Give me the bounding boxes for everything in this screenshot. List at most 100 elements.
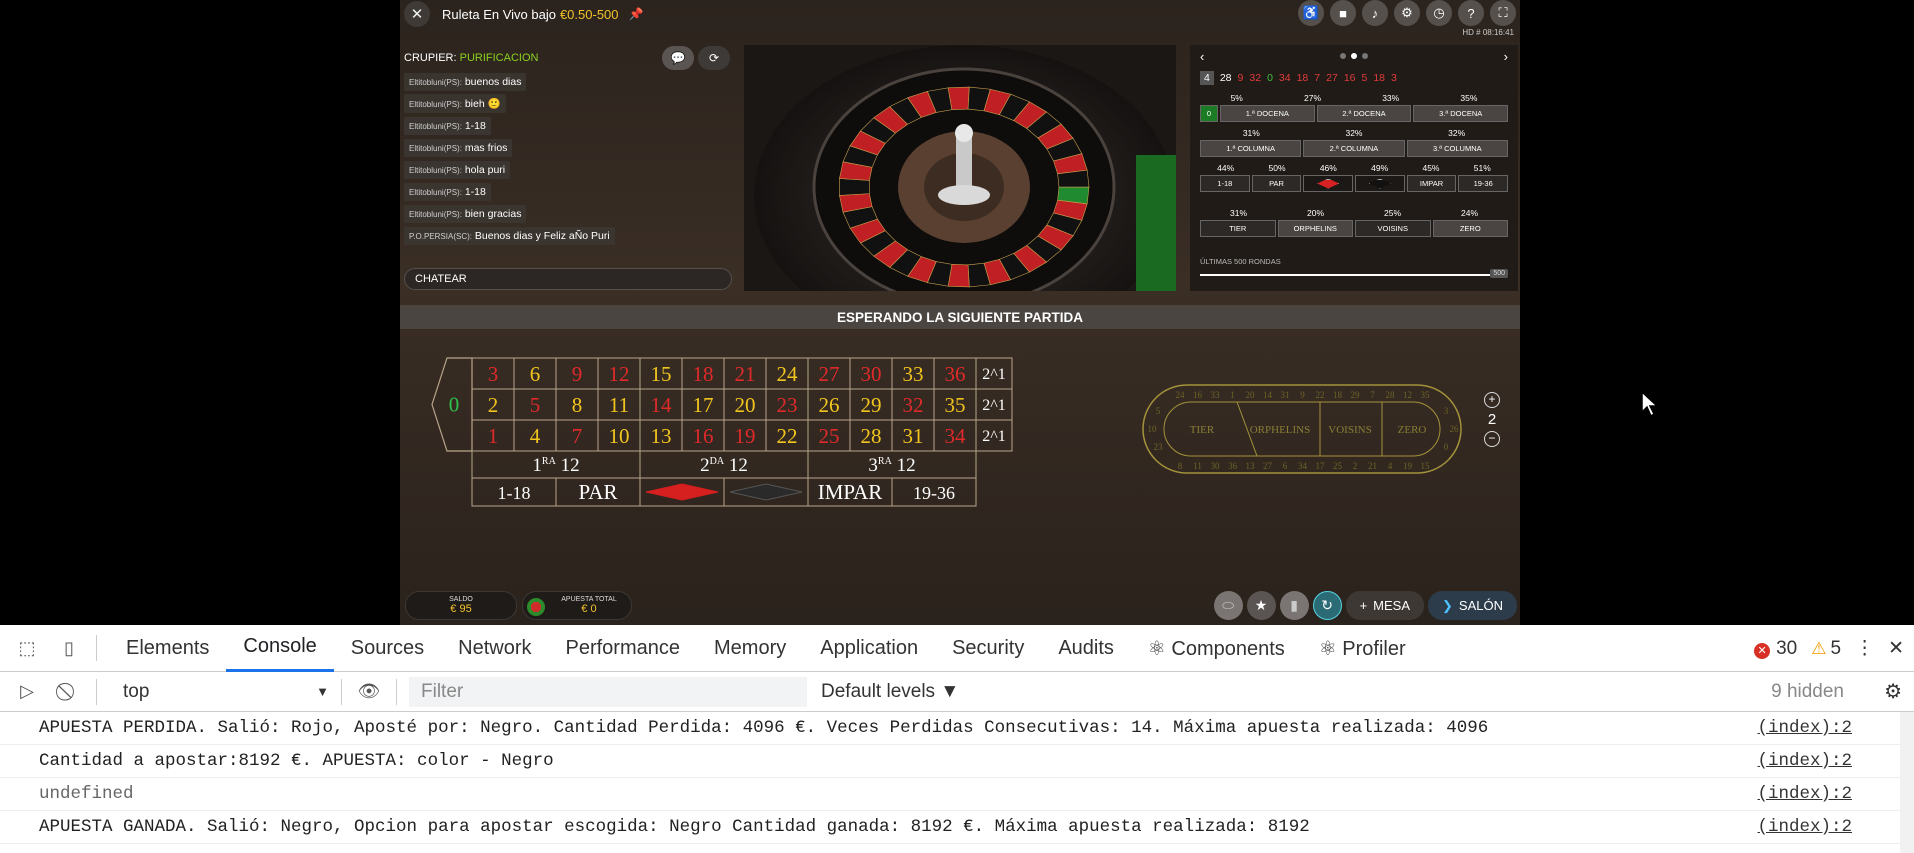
autoplay-icon[interactable]: ↻ xyxy=(1312,591,1342,620)
history-icon[interactable]: ◷ xyxy=(1426,0,1452,26)
error-count[interactable]: ✕ 30 xyxy=(1754,638,1797,660)
devtools-tab[interactable]: Audits xyxy=(1041,625,1131,672)
racetrack-number[interactable]: 12 xyxy=(1403,390,1412,400)
page-dot[interactable] xyxy=(1362,53,1368,59)
racetrack-number[interactable]: 18 xyxy=(1333,390,1343,400)
clear-console-icon[interactable]: ⃠ xyxy=(54,677,84,707)
minus-icon[interactable]: − xyxy=(1484,431,1500,447)
devtools-tab[interactable]: ⚛ Components xyxy=(1131,625,1302,672)
salon-button[interactable]: ❯ SALÓN xyxy=(1428,591,1517,620)
console-settings-icon[interactable]: ⚙ xyxy=(1884,679,1902,704)
racetrack-number[interactable]: 23 xyxy=(1154,442,1164,452)
favourites-star-icon[interactable]: ★ xyxy=(1246,591,1276,620)
racetrack-number[interactable]: 13 xyxy=(1246,461,1256,471)
racetrack-number[interactable]: 3 xyxy=(1444,406,1449,416)
mesa-button[interactable]: + MESA xyxy=(1345,591,1425,620)
console-message: APUESTA GANADA. Salió: Negro, Opcion par… xyxy=(39,817,1310,837)
racetrack-toggle-icon[interactable]: ⬭ xyxy=(1213,591,1243,620)
racetrack-number[interactable]: 16 xyxy=(1193,390,1203,400)
source-link[interactable]: (index):2 xyxy=(1757,751,1852,771)
racetrack-number[interactable]: 6 xyxy=(1283,461,1288,471)
racetrack-number[interactable]: 29 xyxy=(1351,390,1361,400)
racetrack-number[interactable]: 33 xyxy=(1211,390,1221,400)
chat-bubble-icon[interactable]: 💬 xyxy=(662,46,694,70)
devtools-tab[interactable]: Application xyxy=(803,625,935,672)
racetrack-number[interactable]: 5 xyxy=(1156,406,1161,416)
settings-icon[interactable]: ⚙ xyxy=(1394,0,1420,26)
page-dot[interactable] xyxy=(1340,53,1346,59)
chevron-left-icon[interactable]: ‹ xyxy=(1200,49,1204,64)
sound-icon[interactable]: ♪ xyxy=(1362,0,1388,26)
racetrack-number[interactable]: 36 xyxy=(1228,461,1238,471)
chat-input[interactable]: CHATEAR xyxy=(404,268,732,290)
racetrack-number[interactable]: 4 xyxy=(1388,461,1393,471)
devtools-tab[interactable]: Sources xyxy=(334,625,441,672)
support-icon[interactable]: ⟳ xyxy=(698,46,730,70)
device-toggle-icon[interactable]: ▯ xyxy=(54,633,84,663)
context-value: top xyxy=(123,680,150,702)
devtools-tab[interactable]: ⚛ Profiler xyxy=(1302,625,1423,672)
racetrack-number[interactable]: 34 xyxy=(1298,461,1308,471)
devtools-tab[interactable]: Security xyxy=(935,625,1041,672)
camera-icon[interactable]: ■ xyxy=(1330,0,1356,26)
racetrack-number[interactable]: 28 xyxy=(1386,390,1396,400)
accessibility-icon[interactable]: ♿ xyxy=(1298,0,1324,26)
warning-count[interactable]: ⚠ 5 xyxy=(1811,638,1841,660)
racetrack-number[interactable]: 17 xyxy=(1316,461,1326,471)
number-label: 32 xyxy=(903,393,924,417)
racetrack-number[interactable]: 25 xyxy=(1333,461,1343,471)
source-link[interactable]: (index):2 xyxy=(1757,784,1852,804)
inspect-icon[interactable]: ⬚ xyxy=(12,633,42,663)
pin-icon[interactable]: 📌 xyxy=(629,7,644,21)
source-link[interactable]: (index):2 xyxy=(1757,817,1852,837)
context-select[interactable]: top ▼ xyxy=(109,681,329,703)
close-icon[interactable]: ✕ xyxy=(404,1,430,27)
levels-dropdown[interactable]: Default levels ▼ xyxy=(821,681,959,703)
filter-input[interactable] xyxy=(409,676,807,707)
racetrack-number[interactable]: 22 xyxy=(1316,390,1325,400)
fullscreen-icon[interactable]: ⛶ xyxy=(1490,0,1516,26)
devtools-tab[interactable]: Elements xyxy=(109,625,226,672)
page-dot-active[interactable] xyxy=(1351,53,1357,59)
racetrack-number[interactable]: 35 xyxy=(1421,390,1431,400)
racetrack-number[interactable]: 9 xyxy=(1300,390,1305,400)
racetrack-sector[interactable]: VOISINS xyxy=(1328,424,1371,436)
racetrack-number[interactable]: 30 xyxy=(1211,461,1221,471)
more-menu-icon[interactable]: ⋮ xyxy=(1855,637,1874,660)
close-devtools-icon[interactable]: ✕ xyxy=(1888,637,1904,660)
rounds-slider[interactable]: 500 xyxy=(1200,269,1508,280)
racetrack-number[interactable]: 11 xyxy=(1193,461,1202,471)
chevron-right-icon[interactable]: › xyxy=(1504,49,1508,64)
stat-label: TIER xyxy=(1229,224,1247,233)
racetrack-sector[interactable]: ORPHELINS xyxy=(1250,424,1311,436)
racetrack-number[interactable]: 14 xyxy=(1263,390,1273,400)
plus-icon[interactable]: + xyxy=(1484,392,1500,408)
racetrack-sector[interactable]: TIER xyxy=(1190,424,1215,436)
sidebar-toggle-icon[interactable]: ▷ xyxy=(12,677,42,707)
racetrack-number[interactable]: 8 xyxy=(1178,461,1183,471)
racetrack-number[interactable]: 27 xyxy=(1263,461,1273,471)
statistics-icon[interactable]: ▮ xyxy=(1279,591,1309,620)
scrollbar[interactable] xyxy=(1900,712,1914,853)
racetrack-number[interactable]: 7 xyxy=(1370,390,1375,400)
devtools-tab[interactable]: Performance xyxy=(549,625,698,672)
racetrack-number[interactable]: 15 xyxy=(1421,461,1431,471)
racetrack-number[interactable]: 1 xyxy=(1230,390,1235,400)
racetrack-number[interactable]: 20 xyxy=(1246,390,1256,400)
help-icon[interactable]: ? xyxy=(1458,0,1484,26)
racetrack-sector[interactable]: ZERO xyxy=(1398,424,1427,436)
racetrack-number[interactable]: 10 xyxy=(1148,424,1158,434)
devtools-tab[interactable]: Memory xyxy=(697,625,803,672)
racetrack-number[interactable]: 26 xyxy=(1450,424,1460,434)
source-link[interactable]: (index):2 xyxy=(1757,718,1852,738)
racetrack-number[interactable]: 31 xyxy=(1281,390,1290,400)
racetrack-number[interactable]: 19 xyxy=(1403,461,1413,471)
devtools-tab[interactable]: Console xyxy=(226,625,334,672)
racetrack-number[interactable]: 0 xyxy=(1444,442,1449,452)
devtools-tab[interactable]: Network xyxy=(441,625,548,672)
racetrack-number[interactable]: 2 xyxy=(1353,461,1358,471)
racetrack-number[interactable]: 24 xyxy=(1176,390,1186,400)
racetrack-number[interactable]: 21 xyxy=(1368,461,1377,471)
chat-text: 1-18 xyxy=(464,186,486,198)
eye-icon[interactable]: 👁 xyxy=(354,677,384,707)
